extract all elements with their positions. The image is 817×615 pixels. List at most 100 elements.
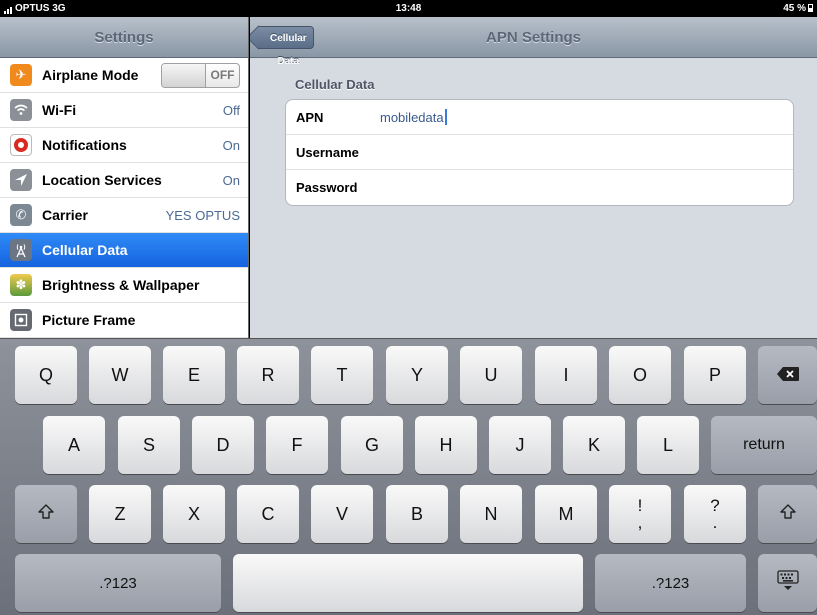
settings-item-value: On xyxy=(222,137,240,153)
settings-item-airplane-mode[interactable]: ✈ Airplane Mode OFF xyxy=(0,58,248,93)
detail-navbar: Cellular Data APN Settings xyxy=(250,17,817,67)
settings-item-label: Notifications xyxy=(42,137,127,153)
settings-item-location-services[interactable]: Location Services On xyxy=(0,163,248,198)
username-row[interactable]: Username xyxy=(286,135,793,170)
hide-keyboard-icon xyxy=(776,569,799,597)
phone-icon: ✆ xyxy=(10,204,32,226)
shift-key-left[interactable] xyxy=(15,485,77,543)
detail-title: APN Settings xyxy=(485,29,581,46)
master-title: Settings xyxy=(94,29,154,46)
key-e[interactable]: E xyxy=(163,346,225,404)
settings-item-notifications[interactable]: Notifications On xyxy=(0,128,248,163)
key-k[interactable]: K xyxy=(563,416,625,474)
toggle-knob xyxy=(162,63,206,87)
settings-item-brightness-wallpaper[interactable]: ✽ Brightness & Wallpaper xyxy=(0,268,248,303)
settings-item-value: On xyxy=(222,172,240,188)
key-period: . xyxy=(712,513,718,532)
settings-item-wifi[interactable]: Wi-Fi Off xyxy=(0,93,248,128)
key-f[interactable]: F xyxy=(266,416,328,474)
settings-item-label: Location Services xyxy=(42,172,162,188)
numbers-key-left[interactable]: .?123 xyxy=(15,554,221,612)
key-question: ? xyxy=(710,496,720,515)
onscreen-keyboard: Q W E R T Y U I O P A S D F G H J K L re… xyxy=(0,338,817,615)
notifications-icon xyxy=(10,134,32,156)
key-x[interactable]: X xyxy=(163,485,225,543)
cellular-antenna-icon xyxy=(10,239,32,261)
password-label: Password xyxy=(296,180,358,195)
airplane-icon: ✈ xyxy=(10,64,32,86)
key-l[interactable]: L xyxy=(637,416,699,474)
settings-item-label: Cellular Data xyxy=(42,242,128,258)
airplane-mode-toggle[interactable]: OFF xyxy=(161,62,240,88)
section-header: Cellular Data xyxy=(295,77,375,92)
battery-indicator: 45 % xyxy=(783,3,813,14)
key-exclamation-comma[interactable]: ! , xyxy=(609,485,671,543)
key-question-period-label: ? . xyxy=(710,497,719,531)
key-c[interactable]: C xyxy=(237,485,299,543)
key-j[interactable]: J xyxy=(489,416,551,474)
apn-label: APN xyxy=(296,109,324,125)
numbers-key-right[interactable]: .?123 xyxy=(595,554,746,612)
key-p[interactable]: P xyxy=(684,346,746,404)
apn-settings-panel: Cellular Data APN Settings Cellular Data… xyxy=(250,17,817,338)
settings-item-value: Off xyxy=(222,102,240,118)
settings-item-label: Carrier xyxy=(42,207,88,223)
key-exclamation: ! xyxy=(637,496,643,515)
settings-master-panel: Settings ✈ Airplane Mode OFF Wi-Fi Off N… xyxy=(0,17,249,338)
settings-list: ✈ Airplane Mode OFF Wi-Fi Off Notificati… xyxy=(0,58,248,338)
shift-icon xyxy=(37,503,55,526)
key-y[interactable]: Y xyxy=(386,346,448,404)
key-q[interactable]: Q xyxy=(15,346,77,404)
key-comma: , xyxy=(637,513,643,532)
key-z[interactable]: Z xyxy=(89,485,151,543)
key-h[interactable]: H xyxy=(415,416,477,474)
settings-item-value: YES OPTUS xyxy=(165,207,240,223)
key-t[interactable]: T xyxy=(311,346,373,404)
settings-item-carrier[interactable]: ✆ Carrier YES OPTUS xyxy=(0,198,248,233)
hide-keyboard-key[interactable] xyxy=(758,554,817,612)
key-o[interactable]: O xyxy=(609,346,671,404)
picture-frame-icon xyxy=(10,309,32,331)
wifi-icon xyxy=(10,99,32,121)
toggle-state: OFF xyxy=(210,67,235,82)
password-row[interactable]: Password xyxy=(286,170,793,205)
settings-item-label: Wi-Fi xyxy=(42,102,77,118)
text-cursor xyxy=(444,109,447,125)
battery-percent: 45 % xyxy=(783,3,806,14)
backspace-key[interactable] xyxy=(758,346,817,404)
key-v[interactable]: V xyxy=(311,485,373,543)
battery-icon xyxy=(808,4,813,12)
key-g[interactable]: G xyxy=(341,416,403,474)
username-label: Username xyxy=(296,144,359,160)
settings-item-cellular-data[interactable]: Cellular Data xyxy=(0,233,248,268)
back-button[interactable]: Cellular Data xyxy=(258,26,314,67)
settings-item-picture-frame[interactable]: Picture Frame xyxy=(0,303,248,338)
apn-form-group: APN mobiledata Username Password xyxy=(285,99,794,206)
key-b[interactable]: B xyxy=(386,485,448,543)
key-w[interactable]: W xyxy=(89,346,151,404)
apn-value: mobiledata xyxy=(380,110,444,125)
brightness-wallpaper-icon: ✽ xyxy=(10,274,32,296)
key-r[interactable]: R xyxy=(237,346,299,404)
shift-key-right[interactable] xyxy=(758,485,817,543)
key-s[interactable]: S xyxy=(118,416,180,474)
return-key[interactable]: return xyxy=(711,416,817,474)
settings-item-label: Picture Frame xyxy=(42,312,136,328)
key-exclamation-comma-label: ! , xyxy=(638,497,643,531)
apn-row[interactable]: APN mobiledata xyxy=(286,100,793,135)
backspace-icon xyxy=(776,365,799,386)
location-icon xyxy=(10,169,32,191)
key-m[interactable]: M xyxy=(535,485,597,543)
key-u[interactable]: U xyxy=(460,346,522,404)
apn-field[interactable]: mobiledata xyxy=(380,109,447,125)
settings-item-label: Airplane Mode xyxy=(42,67,139,83)
key-a[interactable]: A xyxy=(43,416,105,474)
shift-icon xyxy=(779,503,797,526)
key-question-period[interactable]: ? . xyxy=(684,485,746,543)
space-key[interactable] xyxy=(233,554,583,612)
key-d[interactable]: D xyxy=(192,416,254,474)
key-i[interactable]: I xyxy=(535,346,597,404)
settings-item-label: Brightness & Wallpaper xyxy=(42,277,200,293)
master-navbar: Settings xyxy=(0,17,248,58)
key-n[interactable]: N xyxy=(460,485,522,543)
